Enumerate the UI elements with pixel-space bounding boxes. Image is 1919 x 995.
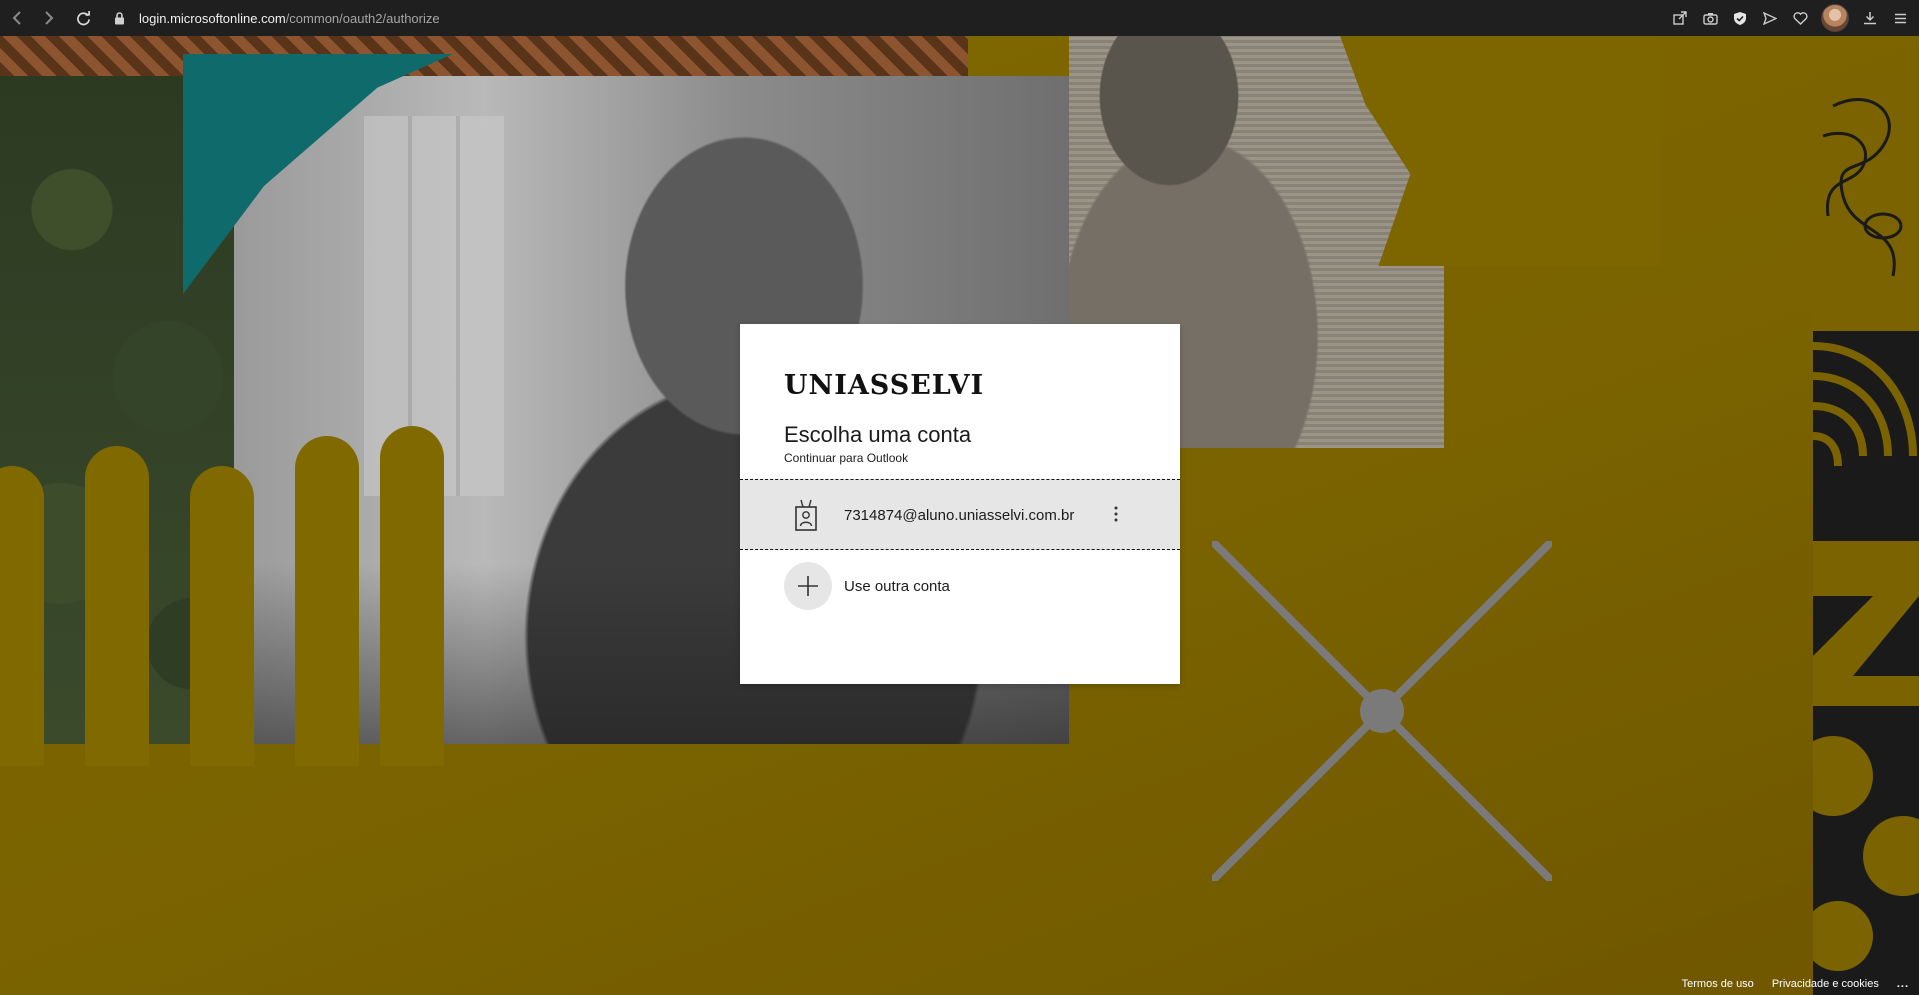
lock-icon <box>114 11 125 25</box>
shield-icon[interactable] <box>1731 9 1749 27</box>
share-icon[interactable] <box>1671 9 1689 27</box>
download-icon[interactable] <box>1861 9 1879 27</box>
back-arrow-icon[interactable] <box>6 7 28 29</box>
wicker-texture <box>0 36 968 76</box>
page-subtitle: Continuar para Outlook <box>784 451 909 465</box>
url-path: /common/oauth2/authorize <box>285 10 440 26</box>
address-bar[interactable]: login.microsoftonline.com/common/oauth2/… <box>114 0 440 36</box>
url-host: login.microsoftonline.com <box>139 10 286 26</box>
privacy-link[interactable]: Privacidade e cookies <box>1772 978 1879 990</box>
yellow-stripes <box>0 396 460 766</box>
toolbar-actions <box>1671 0 1909 36</box>
footer-more-button[interactable]: ... <box>1897 978 1909 990</box>
more-vertical-icon[interactable] <box>1106 502 1126 526</box>
account-picker-card: UNIASSELVI Escolha uma conta Continuar p… <box>740 324 1180 684</box>
use-another-account-label: Use outra conta <box>844 578 950 595</box>
account-tile[interactable]: 7314874@aluno.uniasselvi.com.br <box>740 479 1180 550</box>
brand-logo: UNIASSELVI <box>784 370 985 401</box>
reload-icon[interactable] <box>72 7 94 29</box>
profile-avatar[interactable] <box>1821 4 1849 32</box>
x-graphic <box>1212 541 1552 881</box>
id-badge-icon <box>794 499 818 536</box>
terms-link[interactable]: Termos de uso <box>1682 978 1754 990</box>
menu-icon[interactable] <box>1891 9 1909 27</box>
send-icon[interactable] <box>1761 9 1779 27</box>
pattern-strip <box>1813 76 1919 995</box>
plus-icon <box>784 562 832 610</box>
heart-icon[interactable] <box>1791 9 1809 27</box>
page-footer: Termos de uso Privacidade e cookies ... <box>1682 973 1919 995</box>
camera-icon[interactable] <box>1701 9 1719 27</box>
use-another-account-button[interactable]: Use outra conta <box>740 550 1180 622</box>
page-title: Escolha uma conta <box>784 422 972 447</box>
browser-toolbar: login.microsoftonline.com/common/oauth2/… <box>0 0 1919 36</box>
forward-arrow-icon[interactable] <box>38 7 60 29</box>
account-email: 7314874@aluno.uniasselvi.com.br <box>844 507 1075 524</box>
